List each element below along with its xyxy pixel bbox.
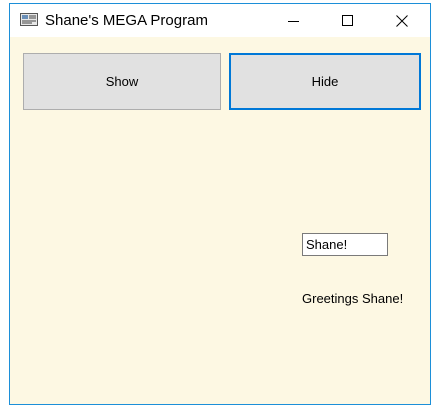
- greeting-label: Greetings Shane!: [302, 291, 404, 306]
- maximize-icon: [342, 15, 353, 26]
- window-title: Shane's MEGA Program: [45, 12, 208, 29]
- title-bar[interactable]: Shane's MEGA Program: [10, 4, 430, 37]
- minimize-icon: [288, 21, 299, 22]
- minimize-button[interactable]: [271, 4, 317, 37]
- maximize-button[interactable]: [325, 4, 371, 37]
- window-app-icon: [20, 13, 38, 26]
- show-button[interactable]: Show: [23, 53, 221, 110]
- name-input[interactable]: [302, 233, 388, 256]
- hide-button[interactable]: Hide: [229, 53, 421, 110]
- close-icon: [396, 15, 408, 27]
- close-button[interactable]: [379, 4, 425, 37]
- app-window: Shane's MEGA Program Show Hide Greetings…: [9, 3, 431, 405]
